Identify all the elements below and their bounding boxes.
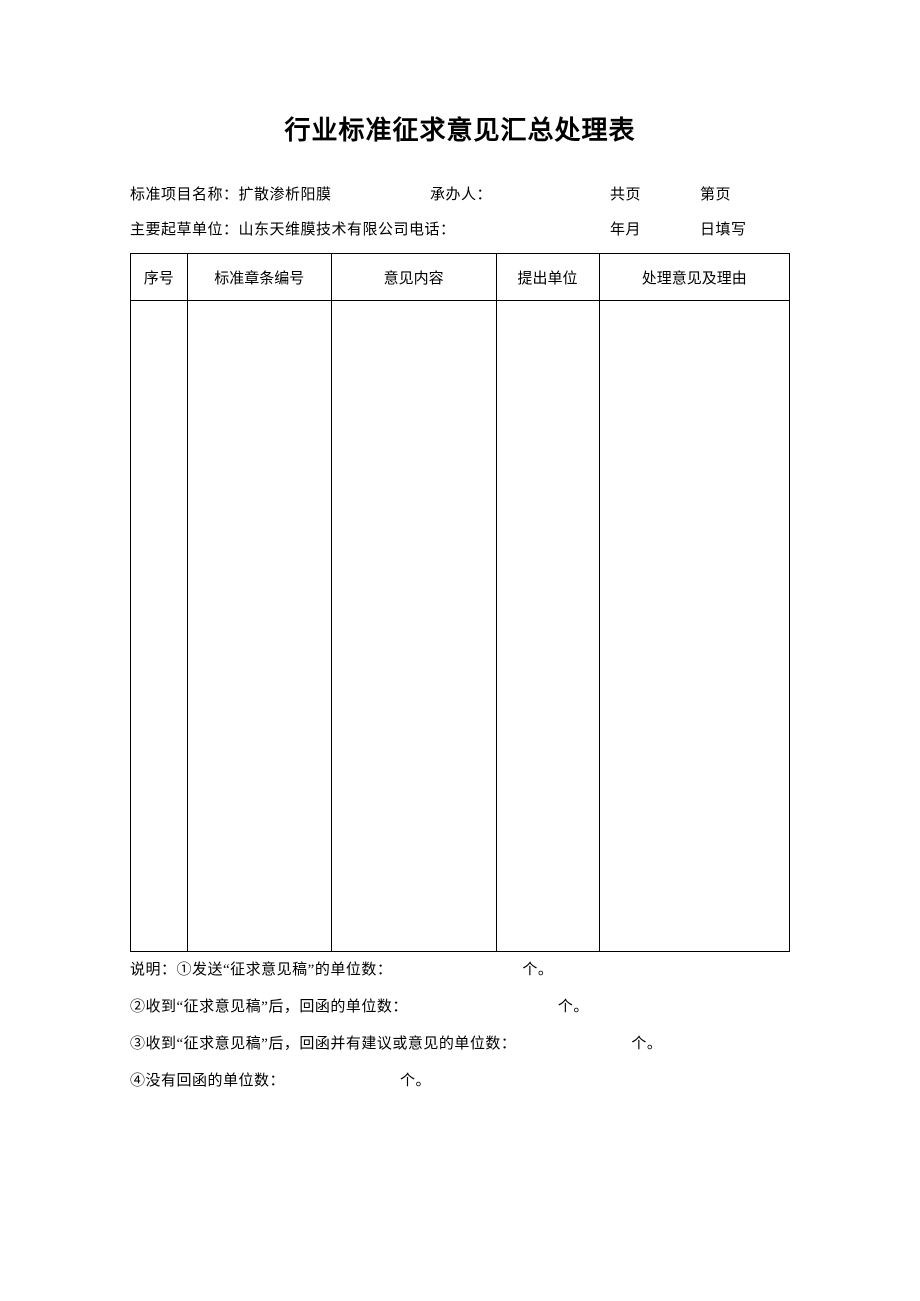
note-2: ②收到“征求意见稿”后，回函的单位数： 个。 <box>130 995 790 1016</box>
cell-content <box>331 301 496 952</box>
col-index: 序号 <box>131 254 188 301</box>
meta-line-1: 标准项目名称：扩散渗析阳膜 承办人： 共页 第页 <box>130 183 790 204</box>
drafting-unit: 主要起草单位：山东天维膜技术有限公司电话： <box>130 218 610 239</box>
note-3-label: ③收到“征求意见稿”后，回函并有建议或意见的单位数： <box>130 1032 516 1053</box>
col-content: 意见内容 <box>331 254 496 301</box>
table-row <box>131 301 790 952</box>
col-unit: 提出单位 <box>496 254 599 301</box>
notes-block: 说明：①发送“征求意见稿”的单位数： 个。 ②收到“征求意见稿”后，回函的单位数… <box>130 958 790 1090</box>
note-2-gap <box>408 995 558 1016</box>
note-4-gap <box>285 1069 400 1090</box>
table-header-row: 序号 标准章条编号 意见内容 提出单位 处理意见及理由 <box>131 254 790 301</box>
handler-label: 承办人： <box>430 183 610 204</box>
note-1: 说明：①发送“征求意见稿”的单位数： 个。 <box>130 958 790 979</box>
date-ym-label: 年月 <box>610 218 700 239</box>
meta-line-2: 主要起草单位：山东天维膜技术有限公司电话： 年月 日填写 <box>130 218 790 239</box>
page-title: 行业标准征求意见汇总处理表 <box>130 110 790 147</box>
note-4: ④没有回函的单位数： 个。 <box>130 1069 790 1090</box>
date-day-label: 日填写 <box>700 218 770 239</box>
note-1-tail: 个。 <box>522 958 553 979</box>
cell-index <box>131 301 188 952</box>
note-1-gap <box>392 958 522 979</box>
project-name: 标准项目名称：扩散渗析阳膜 <box>130 183 430 204</box>
total-pages-label: 共页 <box>610 183 700 204</box>
cell-section <box>187 301 331 952</box>
cell-unit <box>496 301 599 952</box>
note-3: ③收到“征求意见稿”后，回函并有建议或意见的单位数： 个。 <box>130 1032 790 1053</box>
col-section: 标准章条编号 <box>187 254 331 301</box>
note-1-label: 说明：①发送“征求意见稿”的单位数： <box>130 958 392 979</box>
note-2-tail: 个。 <box>558 995 589 1016</box>
col-reason: 处理意见及理由 <box>599 254 790 301</box>
cell-reason <box>599 301 790 952</box>
feedback-table: 序号 标准章条编号 意见内容 提出单位 处理意见及理由 <box>130 253 790 952</box>
page: 行业标准征求意见汇总处理表 标准项目名称：扩散渗析阳膜 承办人： 共页 第页 主… <box>0 0 920 1301</box>
note-3-tail: 个。 <box>631 1032 662 1053</box>
note-2-label: ②收到“征求意见稿”后，回函的单位数： <box>130 995 408 1016</box>
page-number-label: 第页 <box>700 183 770 204</box>
note-4-label: ④没有回函的单位数： <box>130 1069 285 1090</box>
note-3-gap <box>516 1032 631 1053</box>
note-4-tail: 个。 <box>400 1069 431 1090</box>
